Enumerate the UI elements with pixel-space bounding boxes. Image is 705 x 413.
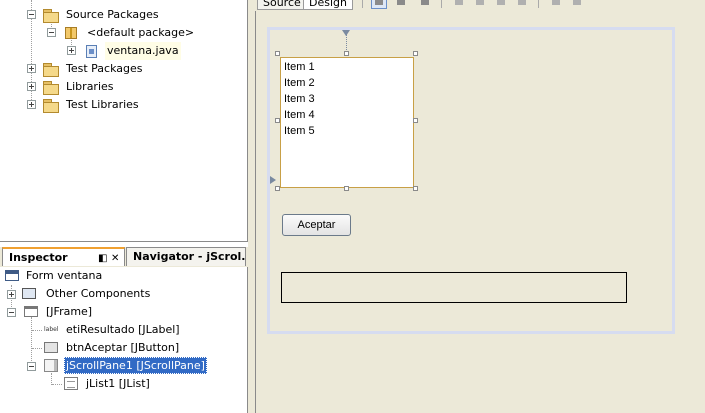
package-icon	[65, 27, 77, 39]
resize-horizontal-glyph	[552, 0, 560, 5]
tree-item-source-packages[interactable]: Source Packages	[66, 6, 159, 24]
list-item[interactable]: Item 3	[284, 91, 315, 107]
editor-toolbar: Source Design	[255, 0, 705, 11]
tree-item-jlist1[interactable]: jList1 [JList]	[86, 375, 150, 393]
pane-splitter[interactable]	[248, 0, 255, 413]
tree-item-btn-aceptar[interactable]: btnAceptar [JButton]	[66, 339, 179, 357]
tab-design[interactable]: Design	[303, 0, 353, 10]
project-tree-pane: Source Packages <default package> ventan…	[0, 0, 248, 242]
preview-design-icon[interactable]	[417, 0, 433, 9]
align-left-icon[interactable]	[451, 0, 467, 9]
list-item[interactable]: Item 5	[284, 123, 315, 139]
list-item[interactable]: Item 2	[284, 75, 315, 91]
tree-item-test-libraries[interactable]: Test Libraries	[66, 96, 139, 114]
selection-mode-icon[interactable]	[371, 0, 387, 9]
pin-icon[interactable]: ◧	[98, 250, 107, 266]
resize-handle-bottom-left[interactable]	[275, 186, 280, 191]
tab-inspector-label: Inspector	[9, 251, 68, 264]
jscrollpane1-component[interactable]: Item 1 Item 2 Item 3 Item 4 Item 5	[280, 57, 414, 188]
resize-handle-top-left[interactable]	[275, 51, 280, 56]
left-anchor-icon	[270, 176, 276, 184]
expand-ventana-java-toggle[interactable]	[67, 46, 76, 55]
tab-source[interactable]: Source	[257, 0, 307, 10]
list-item[interactable]: Item 4	[284, 107, 315, 123]
resize-handle-bottom-right[interactable]	[413, 186, 418, 191]
tree-item-form-ventana[interactable]: Form ventana	[26, 267, 102, 285]
tree-item-jscrollpane1[interactable]: jScrollPane1 [JScrollPane]	[64, 357, 207, 374]
selection-mode-glyph	[375, 0, 383, 5]
preview-design-glyph	[421, 0, 429, 5]
connection-mode-icon[interactable]	[393, 0, 409, 9]
resize-vertical-icon[interactable]	[569, 0, 585, 9]
tree-item-libraries[interactable]: Libraries	[66, 78, 114, 96]
source-packages-folder-icon	[43, 9, 59, 23]
top-anchor-icon	[342, 30, 350, 36]
tab-inspector[interactable]: Inspector ◧ ✕	[2, 247, 125, 266]
tree-guide-line	[52, 384, 62, 385]
resize-handle-left[interactable]	[275, 118, 280, 123]
align-bottom-icon[interactable]	[514, 0, 530, 9]
test-libraries-folder-icon	[43, 99, 59, 113]
tree-item-jframe[interactable]: [JFrame]	[46, 303, 92, 321]
resize-handle-top[interactable]	[344, 51, 349, 56]
toolbar-separator	[362, 0, 363, 8]
toolbar-separator	[538, 0, 539, 8]
jframe-icon	[24, 306, 38, 317]
collapse-source-packages-toggle[interactable]	[27, 10, 36, 19]
tab-navigator-label: Navigator - jScrol...	[133, 250, 246, 263]
toolbar-separator	[441, 0, 442, 8]
align-right-glyph	[476, 0, 484, 5]
align-top-icon[interactable]	[493, 0, 509, 9]
form-icon	[5, 270, 19, 281]
list-item[interactable]: Item 1	[284, 59, 315, 75]
collapse-default-package-toggle[interactable]	[47, 28, 56, 37]
resize-horizontal-icon[interactable]	[548, 0, 564, 9]
collapse-jscrollpane-toggle[interactable]	[27, 362, 36, 371]
close-icon[interactable]: ✕	[111, 250, 119, 266]
eti-resultado-label[interactable]	[281, 272, 627, 303]
jlabel-icon: label	[44, 326, 59, 333]
align-right-icon[interactable]	[472, 0, 488, 9]
tree-item-default-package[interactable]: <default package>	[87, 24, 194, 42]
jscrollpane-icon	[44, 359, 58, 372]
aceptar-button[interactable]: Aceptar	[282, 214, 351, 236]
inspector-tab-bar: Inspector ◧ ✕ Navigator - jScrol...	[0, 247, 248, 267]
tab-navigator[interactable]: Navigator - jScrol...	[126, 247, 246, 266]
jlist-icon	[64, 377, 78, 390]
tree-item-ventana-java[interactable]: ventana.java	[105, 42, 181, 60]
libraries-folder-icon	[43, 81, 59, 95]
tree-guide-line	[31, 317, 32, 367]
expand-test-libraries-toggle[interactable]	[27, 100, 36, 109]
connection-mode-glyph	[397, 0, 405, 5]
inspector-tree-pane: Form ventana Other Components [JFrame] l…	[0, 267, 248, 413]
resize-vertical-glyph	[573, 0, 581, 5]
other-components-icon	[22, 288, 36, 299]
test-packages-folder-icon	[43, 63, 59, 77]
java-file-icon	[86, 45, 97, 58]
jbutton-icon	[44, 342, 58, 353]
resize-handle-bottom[interactable]	[344, 186, 349, 191]
tree-guide-line	[32, 330, 42, 331]
tree-item-eti-resultado[interactable]: etiResultado [JLabel]	[66, 321, 180, 339]
expand-other-components-toggle[interactable]	[7, 290, 16, 299]
expand-libraries-toggle[interactable]	[27, 82, 36, 91]
resize-handle-right[interactable]	[413, 118, 418, 123]
align-bottom-glyph	[518, 0, 526, 5]
tree-item-other-components[interactable]: Other Components	[46, 285, 150, 303]
tree-guide-line	[32, 348, 42, 349]
collapse-jframe-toggle[interactable]	[7, 308, 16, 317]
tree-item-test-packages[interactable]: Test Packages	[66, 60, 142, 78]
align-left-glyph	[455, 0, 463, 5]
align-top-glyph	[497, 0, 505, 5]
resize-handle-top-right[interactable]	[413, 51, 418, 56]
expand-test-packages-toggle[interactable]	[27, 64, 36, 73]
